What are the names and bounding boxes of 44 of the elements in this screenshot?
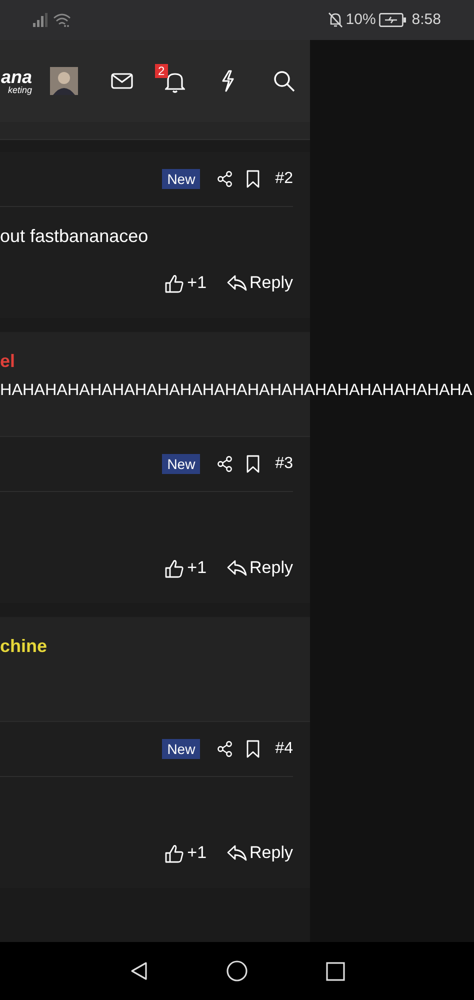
battery-icon [378, 13, 407, 27]
like-button[interactable]: +1 [165, 555, 207, 581]
post-number-link[interactable]: #2 [275, 166, 293, 190]
share-icon[interactable] [217, 740, 234, 756]
thumbs-up-icon [165, 558, 184, 578]
reply-button[interactable]: Reply [226, 840, 293, 866]
bookmark-icon[interactable] [246, 454, 260, 472]
bookmark-icon[interactable] [246, 170, 260, 188]
reply-icon [226, 560, 247, 576]
signal-icon [33, 13, 49, 27]
notification-badge: 2 [155, 64, 168, 78]
post-number-link[interactable]: #4 [275, 736, 293, 760]
thumbs-up-icon [165, 844, 184, 862]
username-link[interactable]: el [0, 350, 310, 372]
post-number-link[interactable]: #3 [275, 452, 293, 476]
avatar[interactable] [50, 67, 78, 95]
home-button[interactable] [226, 960, 248, 982]
new-badge: New [162, 738, 200, 758]
bell-icon[interactable] [165, 71, 186, 93]
bell-off-icon [328, 12, 343, 28]
wifi-icon [53, 13, 71, 27]
thumbs-up-icon [165, 274, 184, 292]
lightning-icon[interactable] [221, 70, 236, 92]
like-button[interactable]: +1 [165, 840, 207, 866]
reply-icon [226, 275, 247, 291]
share-icon[interactable] [217, 170, 234, 186]
new-badge: New [162, 168, 200, 188]
share-icon[interactable] [217, 456, 234, 472]
username-link[interactable]: chine [0, 635, 310, 657]
bookmark-icon[interactable] [246, 740, 260, 758]
like-button[interactable]: +1 [165, 270, 207, 296]
reply-icon [226, 845, 247, 861]
new-badge: New [162, 454, 200, 474]
site-logo[interactable]: ana keting [0, 68, 34, 94]
reply-button[interactable]: Reply [226, 270, 293, 296]
mail-icon[interactable] [111, 73, 134, 89]
post-body-text: out fastbananaceo [0, 224, 148, 248]
search-icon[interactable] [273, 70, 296, 92]
battery-percent: 10% [346, 10, 376, 30]
recents-button[interactable] [326, 962, 346, 980]
user-title: HAHAHAHAHAHAHAHAHAHAHAHAHAHAHAHAHAHAHAHAHA [0, 380, 474, 400]
reply-button[interactable]: Reply [226, 555, 293, 581]
clock-time: 8:58 [412, 10, 441, 30]
back-button[interactable] [128, 961, 149, 981]
